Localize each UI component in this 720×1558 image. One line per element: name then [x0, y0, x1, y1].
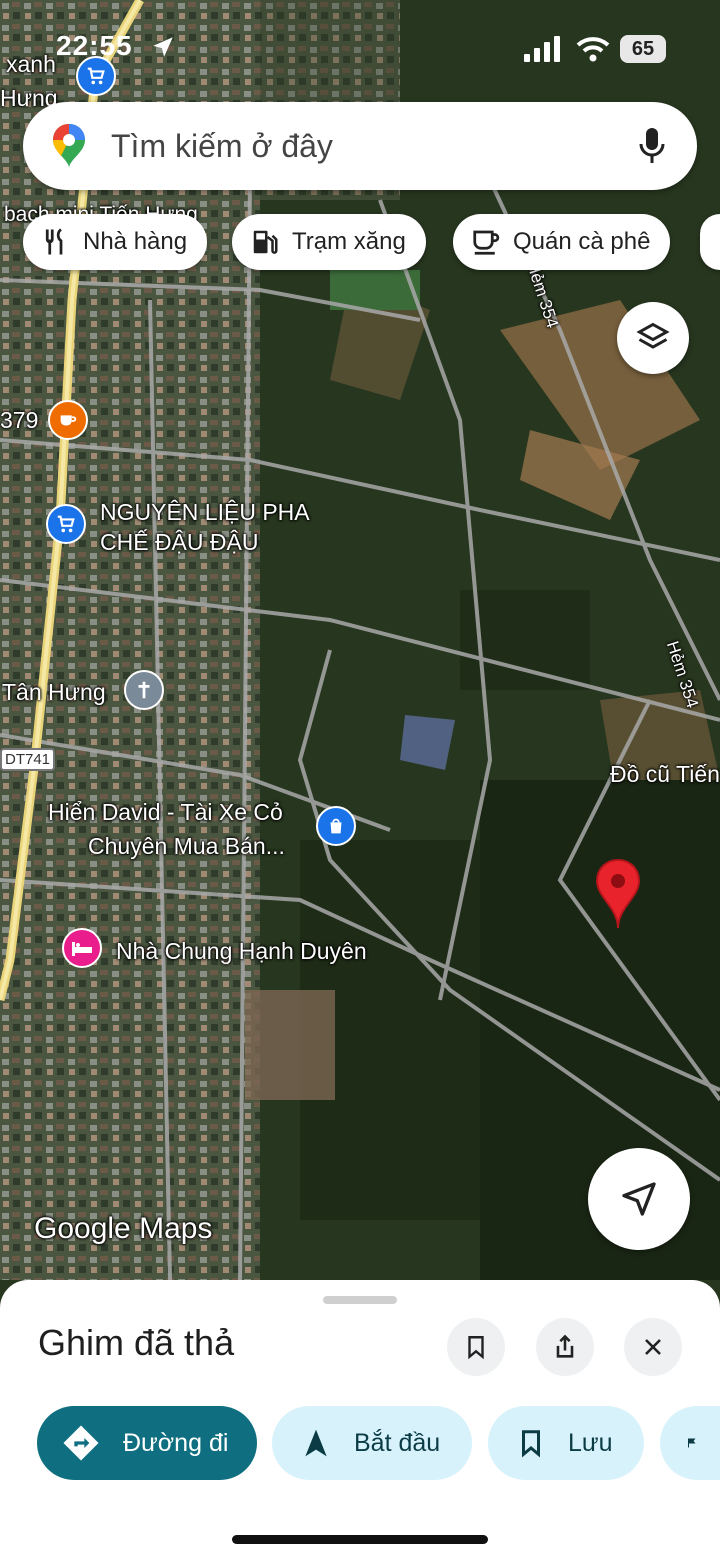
chip-label: Trạm xăng — [292, 228, 406, 255]
sheet-title: Ghim đã thả — [38, 1322, 235, 1363]
map-label[interactable]: Tân Hưng — [2, 678, 106, 707]
restaurant-icon — [45, 228, 63, 255]
church-cross-icon[interactable] — [124, 670, 164, 710]
share-icon — [556, 1334, 574, 1358]
bookmark-icon — [522, 1430, 540, 1458]
map-label[interactable]: Đồ cũ Tiến — [610, 760, 720, 789]
drag-handle[interactable] — [323, 1296, 397, 1304]
hotel-bed-icon[interactable] — [62, 928, 102, 968]
layers-icon — [636, 322, 670, 349]
status-bar: 22:55 65 — [0, 30, 720, 70]
navigation-start-icon — [305, 1429, 327, 1457]
save-label: Lưu — [568, 1428, 613, 1457]
directions-button[interactable]: Đường đi — [37, 1406, 257, 1480]
my-location-button[interactable] — [588, 1148, 690, 1250]
map-view[interactable]: xanh Hưng bach mini Tiến Hưng 379 NGUYÊN… — [0, 0, 720, 1300]
map-label[interactable]: Hiển David - Tài Xe Cỏ — [48, 798, 283, 827]
chip-restaurant[interactable]: Nhà hàng — [23, 214, 208, 270]
directions-label: Đường đi — [123, 1428, 229, 1457]
coffee-icon — [473, 230, 500, 255]
route-badge: DT741 — [0, 748, 56, 771]
status-time: 22:55 — [56, 30, 133, 61]
bookmark-icon — [468, 1336, 484, 1360]
chip-coffee[interactable]: Quán cà phê — [453, 214, 671, 270]
save-button[interactable]: Lưu — [488, 1406, 644, 1480]
directions-icon — [63, 1425, 99, 1461]
chip-label: Quán cà phê — [513, 228, 651, 255]
map-label: 379 — [0, 407, 39, 433]
chip-gas-station[interactable]: Trạm xăng — [232, 214, 426, 270]
map-label[interactable]: NGUYÊN LIỆU PHA — [100, 498, 310, 527]
battery-icon: 65 — [620, 35, 666, 63]
search-placeholder[interactable]: Tìm kiếm ở đây — [111, 128, 333, 165]
wifi-icon — [576, 37, 610, 62]
coffee-icon[interactable] — [48, 400, 88, 440]
flag-icon — [688, 1438, 696, 1448]
shopping-cart-icon[interactable] — [46, 504, 86, 544]
more-actions-button[interactable] — [660, 1406, 720, 1480]
gas-station-icon — [253, 230, 278, 254]
search-bar[interactable]: Tìm kiếm ở đây — [23, 102, 697, 190]
map-label[interactable]: Chuyên Mua Bán... — [88, 832, 285, 861]
chip-more[interactable] — [700, 214, 720, 270]
home-indicator[interactable] — [232, 1535, 488, 1544]
navigation-arrow-icon — [622, 1182, 656, 1216]
close-icon — [645, 1339, 661, 1355]
chip-label: Nhà hàng — [83, 228, 188, 255]
map-label[interactable]: Nhà Chung Hạnh Duyên — [116, 937, 367, 966]
close-button[interactable] — [624, 1318, 682, 1376]
shopping-bag-icon[interactable] — [316, 806, 356, 846]
satellite-imagery — [0, 0, 720, 1300]
battery-level: 65 — [631, 38, 655, 60]
start-button[interactable]: Bắt đầu — [272, 1406, 472, 1480]
share-button[interactable] — [536, 1318, 594, 1376]
location-arrow-icon — [153, 37, 173, 57]
google-maps-logo-icon — [53, 124, 85, 168]
map-label[interactable]: CHẾ ĐẬU ĐẬU — [100, 528, 258, 557]
place-bottom-sheet[interactable]: Ghim đã thả Đường đi Bắt đầu Lưu — [0, 1280, 720, 1558]
google-maps-watermark: Google Maps — [34, 1212, 213, 1245]
signal-icon — [524, 36, 560, 62]
bookmark-button[interactable] — [447, 1318, 505, 1376]
dropped-pin-icon[interactable] — [594, 858, 642, 930]
layers-button[interactable] — [617, 302, 689, 374]
start-label: Bắt đầu — [354, 1428, 441, 1457]
microphone-icon[interactable] — [637, 126, 667, 166]
